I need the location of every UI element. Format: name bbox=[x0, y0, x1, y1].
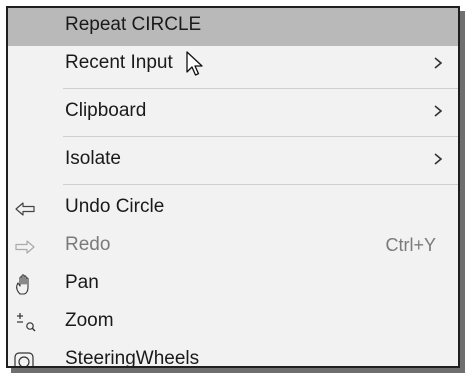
context-menu: Repeat CIRCLE Recent Input Clipboard Iso… bbox=[6, 6, 460, 368]
menu-item-label: Redo bbox=[65, 234, 111, 255]
menu-item-clipboard[interactable]: Clipboard bbox=[8, 94, 458, 132]
menu-item-shortcut: Ctrl+Y bbox=[385, 235, 436, 255]
steering-wheel-icon bbox=[14, 352, 34, 366]
menu-item-undo-circle[interactable]: Undo Circle bbox=[8, 190, 458, 228]
menu-item-repeat-circle[interactable]: Repeat CIRCLE bbox=[8, 8, 458, 46]
menu-item-recent-input[interactable]: Recent Input bbox=[8, 46, 458, 84]
menu-item-label: Isolate bbox=[65, 148, 121, 169]
menu-separator bbox=[63, 136, 458, 137]
menu-item-label: Pan bbox=[65, 272, 99, 293]
menu-separator bbox=[63, 88, 458, 89]
hand-pan-icon bbox=[16, 274, 29, 295]
mouse-pointer-icon bbox=[186, 51, 203, 76]
chevron-right-icon bbox=[434, 153, 443, 165]
menu-item-steering-wheels[interactable]: SteeringWheels bbox=[8, 342, 458, 368]
menu-item-redo[interactable]: Redo Ctrl+Y bbox=[8, 228, 458, 266]
menu-item-label: SteeringWheels bbox=[65, 348, 200, 368]
undo-arrow-icon bbox=[15, 202, 35, 216]
menu-item-label: Zoom bbox=[65, 310, 114, 331]
chevron-right-icon bbox=[434, 105, 443, 117]
menu-item-zoom[interactable]: Zoom bbox=[8, 304, 458, 342]
menu-item-label: Repeat CIRCLE bbox=[65, 14, 202, 35]
menu-separator bbox=[63, 184, 458, 185]
redo-arrow-icon bbox=[15, 240, 35, 254]
zoom-plus-minus-icon bbox=[17, 313, 36, 332]
menu-item-label: Clipboard bbox=[65, 100, 147, 121]
menu-item-pan[interactable]: Pan bbox=[8, 266, 458, 304]
chevron-right-icon bbox=[434, 57, 443, 69]
menu-item-isolate[interactable]: Isolate bbox=[8, 142, 458, 180]
menu-item-label: Recent Input bbox=[65, 52, 173, 73]
menu-item-label: Undo Circle bbox=[65, 196, 165, 217]
